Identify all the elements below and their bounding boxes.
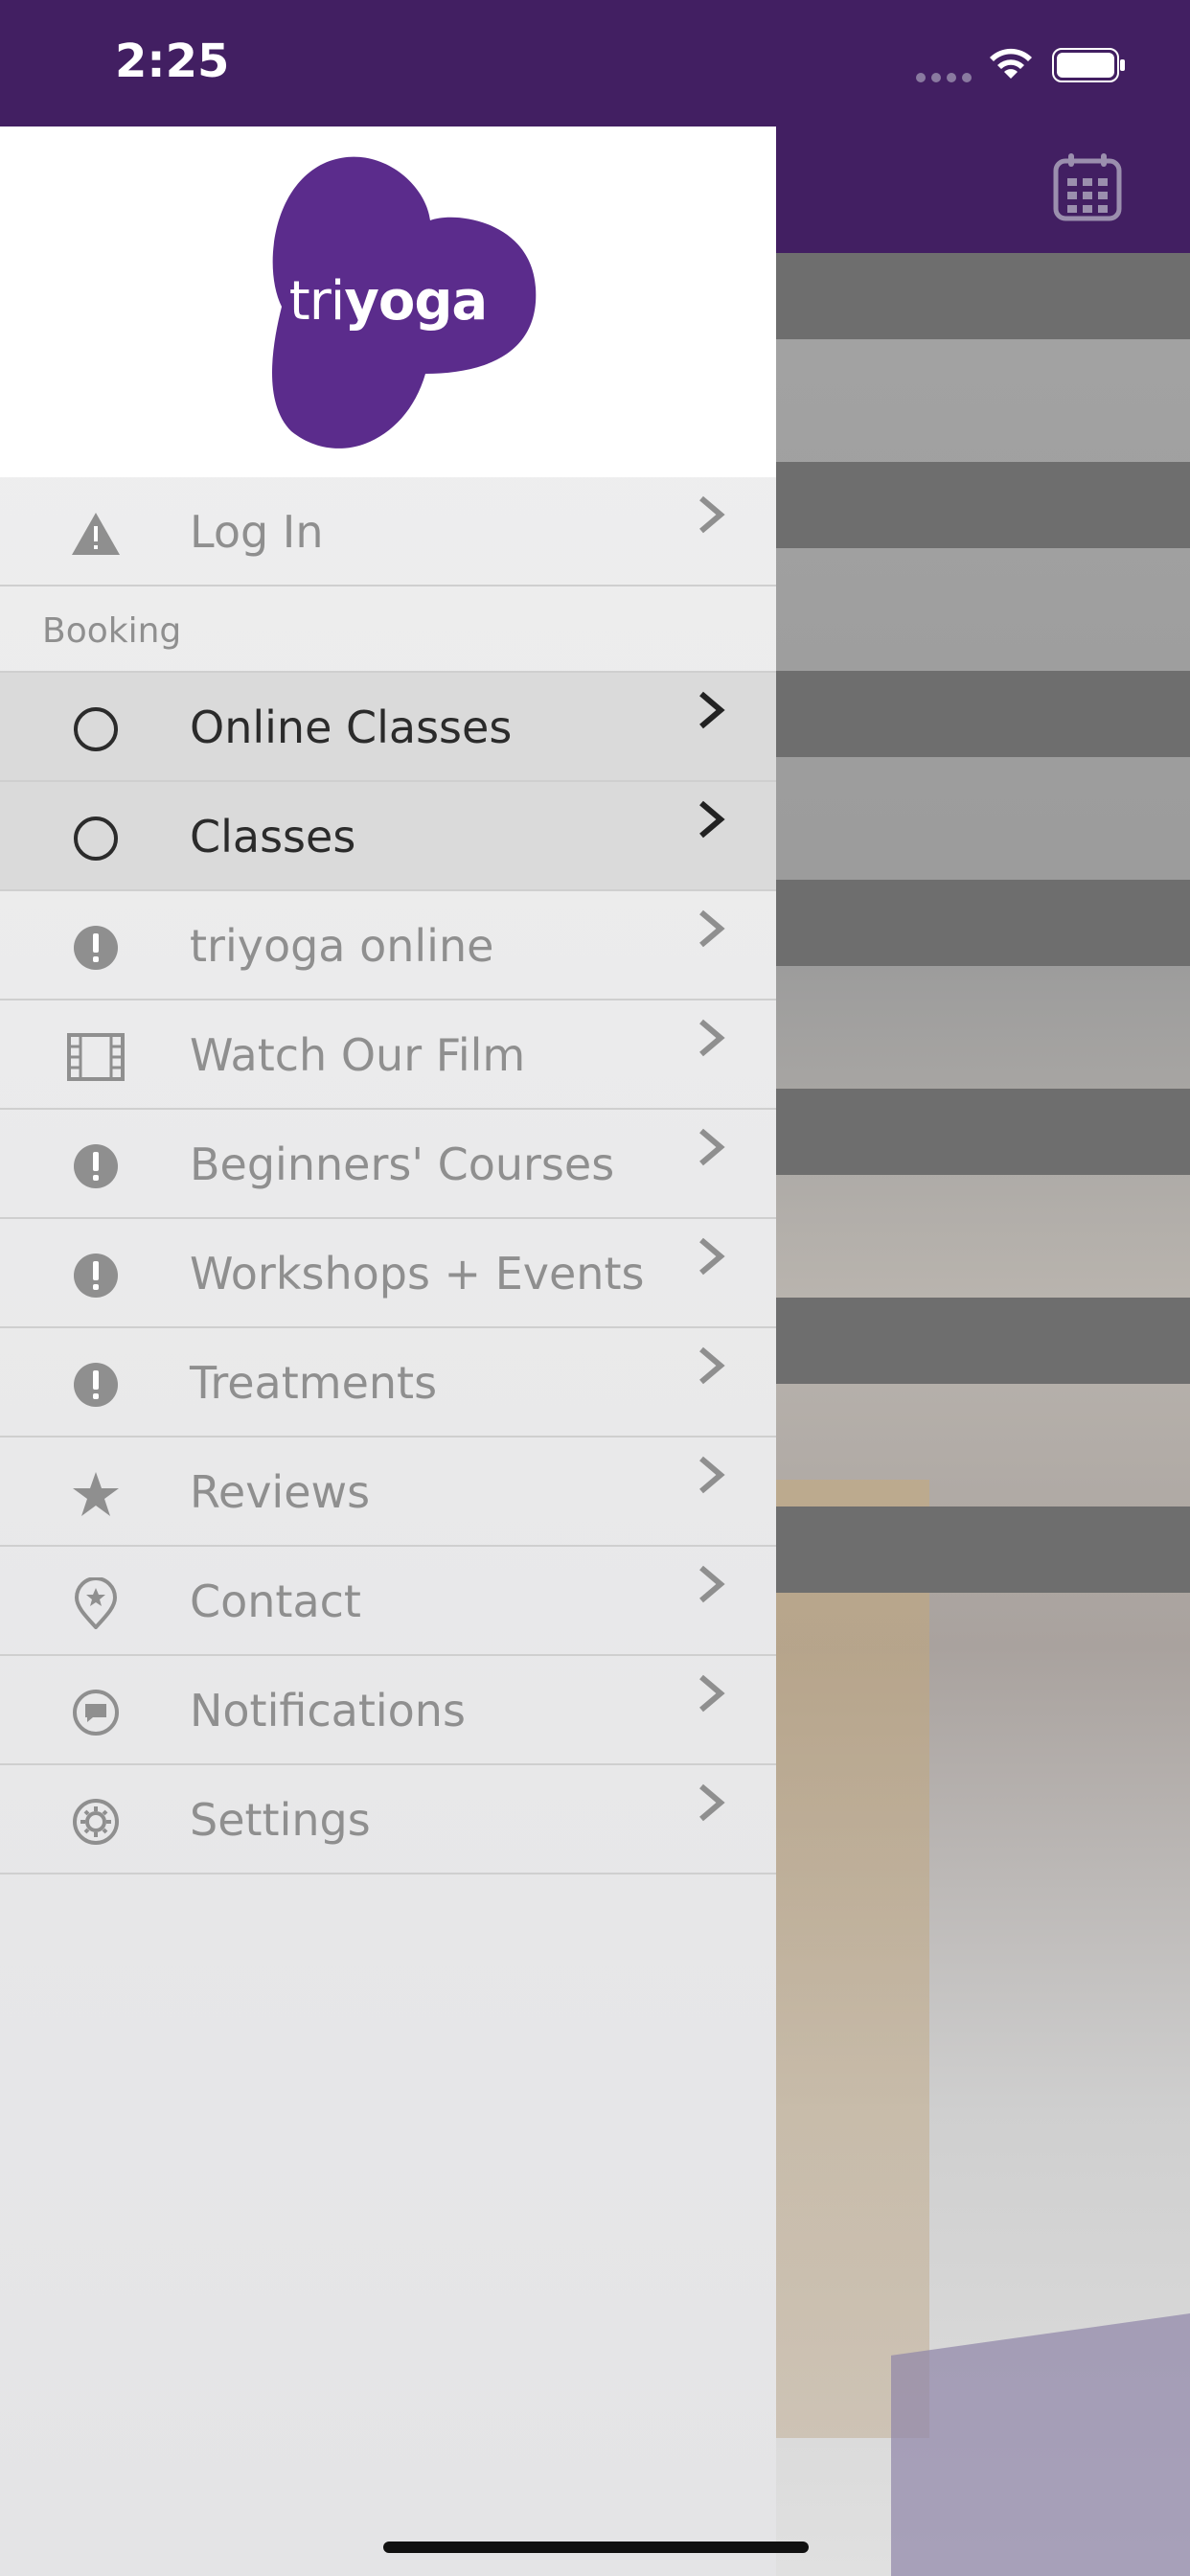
wifi-icon (990, 48, 1032, 79)
menu-label: Beginners' Courses (190, 1138, 615, 1190)
menu-label: Notifications (190, 1685, 466, 1736)
background-photo (776, 253, 1190, 2576)
menu-item-settings[interactable]: Settings (0, 1765, 776, 1874)
menu-label: Watch Our Film (190, 1029, 526, 1081)
menu-label: triyoga online (190, 920, 494, 972)
menu-item-online-classes[interactable]: Online Classes (0, 673, 776, 782)
menu-item-beginners-courses[interactable]: Beginners' Courses (0, 1110, 776, 1219)
menu-list: Log In Booking Online Classes Classes tr… (0, 477, 776, 1874)
menu-label: Reviews (190, 1466, 371, 1518)
warning-icon (67, 510, 125, 558)
status-time: 2:25 (115, 34, 230, 88)
chevron-right-icon (699, 691, 725, 729)
logo-text: triyoga (288, 270, 488, 333)
circle-icon (67, 815, 125, 862)
menu-item-workshops-events[interactable]: Workshops + Events (0, 1219, 776, 1328)
chevron-right-icon (699, 1346, 725, 1385)
home-indicator[interactable] (383, 2542, 809, 2553)
menu-label: Classes (190, 811, 356, 862)
chevron-right-icon (699, 1565, 725, 1603)
navigation-drawer: triyoga Log In Booking Online Classes Cl… (0, 126, 776, 2576)
section-header-booking: Booking (0, 586, 776, 673)
chevron-right-icon (699, 909, 725, 948)
menu-label: Treatments (190, 1357, 438, 1409)
exclamation-icon (67, 1142, 125, 1190)
chevron-right-icon (699, 800, 725, 839)
menu-label: Settings (190, 1794, 371, 1846)
film-icon (67, 1033, 125, 1081)
logo-area: triyoga (0, 126, 776, 477)
chevron-right-icon (699, 1128, 725, 1166)
chevron-right-icon (699, 1783, 725, 1822)
menu-item-triyoga-online[interactable]: triyoga online (0, 891, 776, 1000)
section-label: Booking (42, 611, 182, 651)
calendar-icon[interactable] (1052, 151, 1123, 222)
menu-item-notifications[interactable]: Notifications (0, 1656, 776, 1765)
chevron-right-icon (699, 1456, 725, 1494)
menu-label: Contact (190, 1576, 361, 1627)
menu-item-classes[interactable]: Classes (0, 782, 776, 891)
chat-bubble-icon (67, 1689, 125, 1736)
exclamation-icon (67, 924, 125, 972)
circle-icon (67, 705, 125, 753)
battery-icon (1052, 48, 1125, 82)
menu-item-contact[interactable]: Contact (0, 1547, 776, 1656)
chevron-right-icon (699, 1019, 725, 1057)
chevron-right-icon (699, 1237, 725, 1276)
status-bar: 2:25 (0, 0, 1190, 126)
menu-label: Online Classes (190, 702, 513, 753)
menu-item-log-in[interactable]: Log In (0, 477, 776, 586)
menu-label: Workshops + Events (190, 1248, 645, 1300)
exclamation-icon (67, 1252, 125, 1300)
menu-item-reviews[interactable]: Reviews (0, 1438, 776, 1547)
cellular-signal-icon (916, 73, 972, 82)
menu-label: Log In (190, 506, 324, 558)
menu-item-watch-our-film[interactable]: Watch Our Film (0, 1000, 776, 1110)
chevron-right-icon (699, 495, 725, 534)
chevron-right-icon (699, 1674, 725, 1713)
menu-item-treatments[interactable]: Treatments (0, 1328, 776, 1438)
exclamation-icon (67, 1361, 125, 1409)
location-pin-icon (67, 1577, 125, 1629)
gear-icon (67, 1798, 125, 1846)
star-icon (67, 1470, 125, 1518)
